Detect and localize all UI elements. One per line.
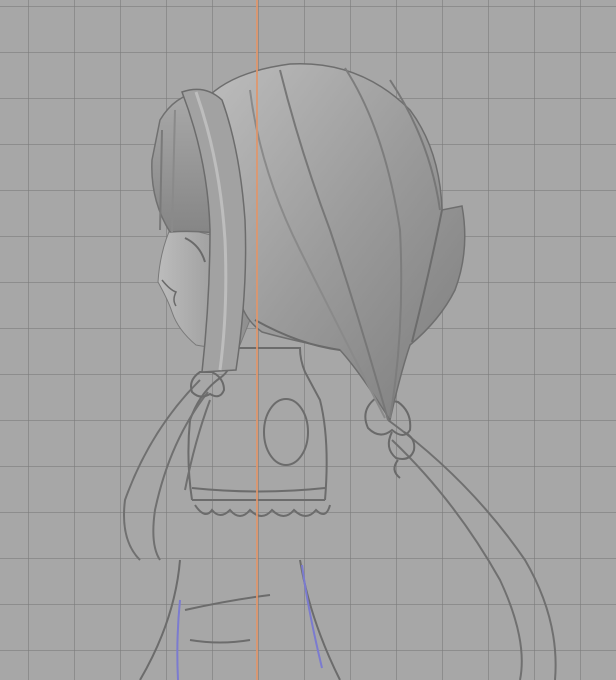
y-axis-line bbox=[256, 0, 258, 680]
guide-curves bbox=[176, 564, 323, 680]
body-wireframe bbox=[139, 347, 341, 680]
scene-canvas bbox=[123, 62, 557, 680]
3d-viewport[interactable] bbox=[0, 0, 616, 680]
